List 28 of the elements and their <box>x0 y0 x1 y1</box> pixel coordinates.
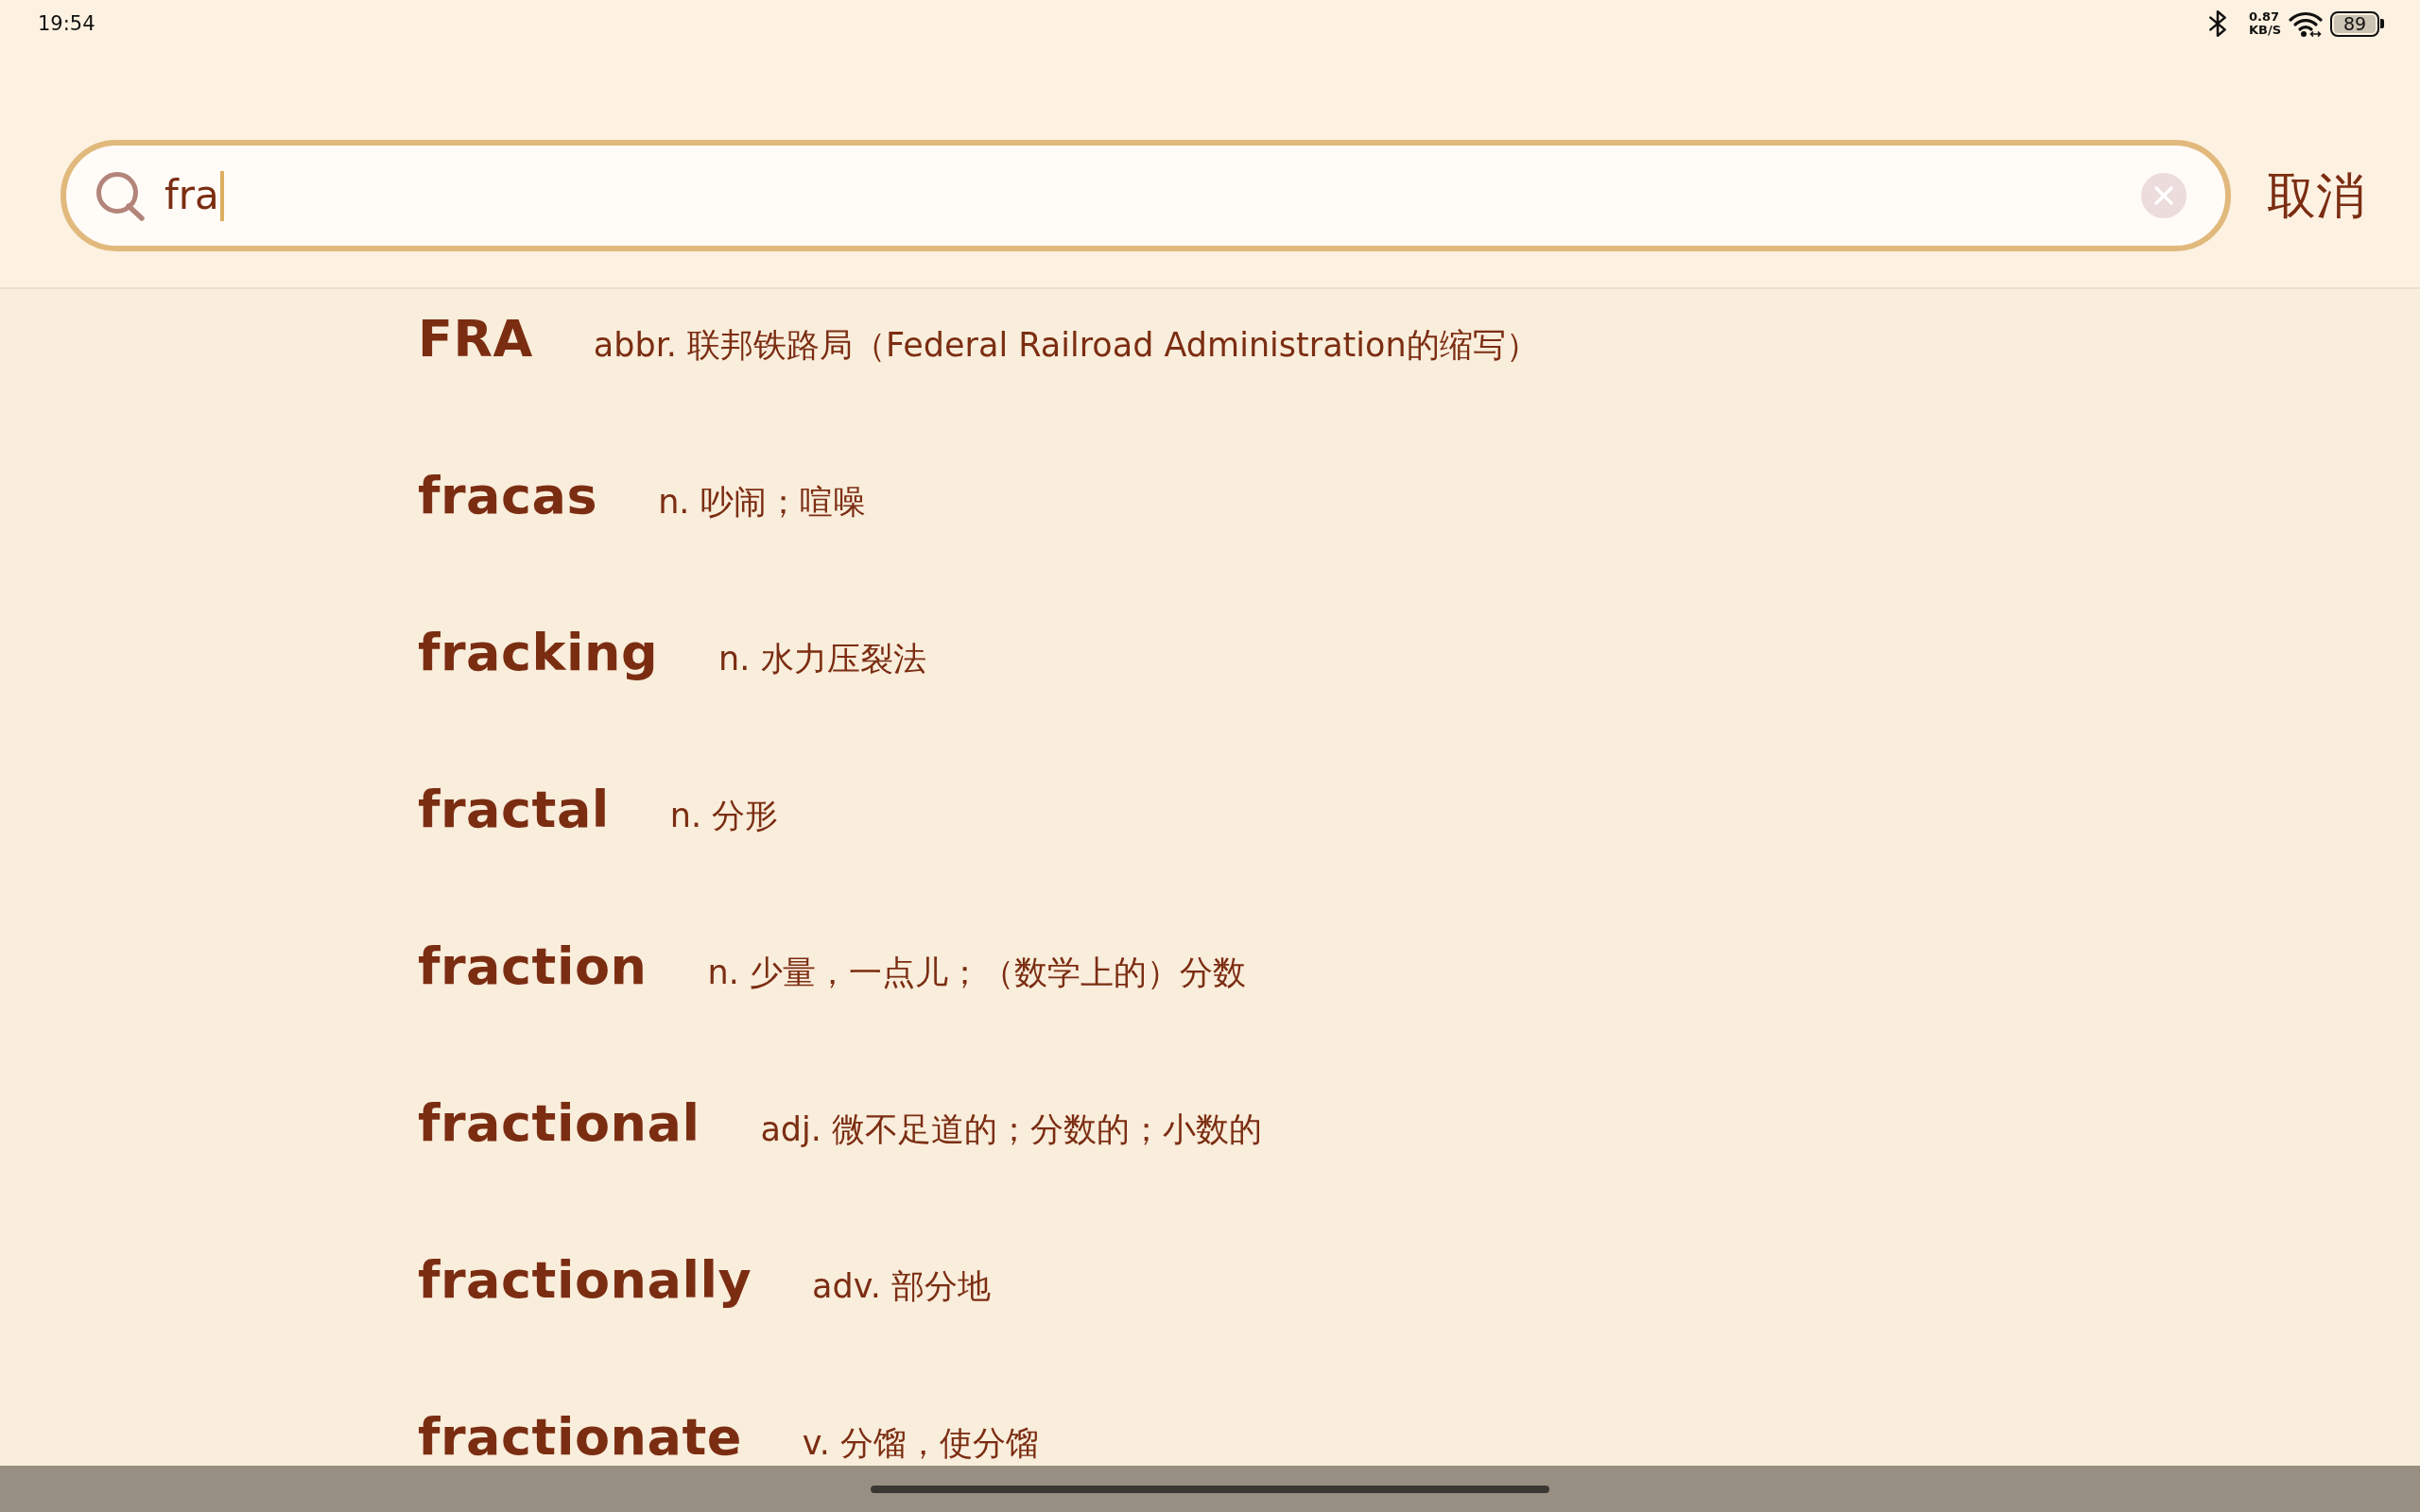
search-icon <box>95 170 146 221</box>
definition: n. 分形 <box>669 796 779 836</box>
definition: adj. 微不足道的；分数的；小数的 <box>760 1109 1263 1150</box>
definition: abbr. 联邦铁路局（Federal Railroad Administration的缩写） <box>593 325 1539 366</box>
headword[interactable]: fractal <box>418 777 610 843</box>
headword[interactable]: fractionally <box>418 1247 752 1314</box>
battery-indicator: 89 <box>2330 10 2384 37</box>
headword[interactable]: fraction <box>418 934 648 1000</box>
net-speed-value: 0.87 <box>2248 10 2280 24</box>
text-cursor <box>219 170 224 221</box>
definition: n. 水力压裂法 <box>718 639 926 679</box>
bluetooth-icon <box>2208 10 2226 37</box>
search-field[interactable]: fra <box>60 140 2231 251</box>
status-time: 19:54 <box>38 12 95 35</box>
headword[interactable]: fracking <box>418 620 659 686</box>
home-indicator[interactable] <box>871 1485 1549 1493</box>
headword[interactable]: fractionate <box>418 1404 742 1466</box>
cancel-button[interactable]: 取消 <box>2267 161 2365 231</box>
definition: adv. 部分地 <box>812 1266 992 1307</box>
net-speed-unit: KB/S <box>2248 24 2281 37</box>
headword[interactable]: FRA <box>418 306 533 372</box>
definition: n. 吵闹；喧噪 <box>658 482 866 523</box>
search-query: fra <box>164 171 219 220</box>
headword[interactable]: fracas <box>418 463 598 529</box>
headword[interactable]: fractional <box>418 1091 700 1157</box>
definition: n. 少量，一点儿；（数学上的）分数 <box>707 953 1246 993</box>
definition: v. 分馏，使分馏 <box>802 1423 1040 1464</box>
wifi-icon <box>2289 10 2323 37</box>
